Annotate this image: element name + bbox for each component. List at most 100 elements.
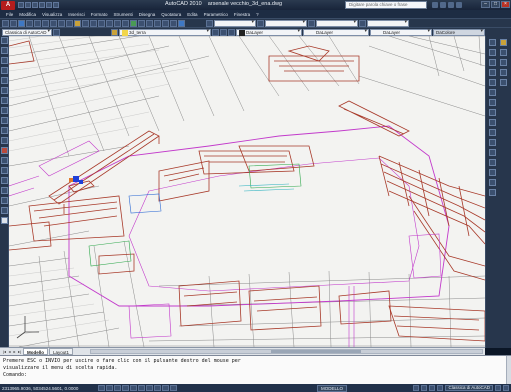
gradient-icon[interactable] — [1, 187, 8, 194]
print-icon[interactable] — [26, 19, 33, 27]
polygon-icon[interactable] — [1, 67, 8, 74]
hatch-icon[interactable] — [1, 177, 8, 184]
zoom-previous-icon[interactable] — [122, 19, 129, 27]
rotate-icon[interactable] — [489, 99, 496, 106]
dynamic-ucs-icon[interactable] — [146, 385, 153, 391]
line-icon[interactable] — [1, 37, 8, 44]
mirror-icon[interactable] — [489, 59, 496, 66]
break-icon[interactable] — [489, 149, 496, 156]
linetype-select[interactable]: DaLayer — [303, 28, 369, 36]
clean-screen-icon[interactable] — [503, 385, 509, 391]
region-icon[interactable] — [1, 197, 8, 204]
menu-visualizza[interactable]: Visualizza — [42, 12, 62, 17]
table-style-icon[interactable] — [308, 19, 315, 27]
workspace-switching-button[interactable]: Classica di AutoCAD — [445, 385, 493, 391]
zoom-realtime-icon[interactable] — [106, 19, 113, 27]
open-file-icon[interactable] — [25, 2, 31, 8]
menu-help[interactable]: ? — [256, 12, 259, 17]
match-properties-icon[interactable] — [74, 19, 81, 27]
help-icon[interactable] — [178, 19, 185, 27]
paste-icon[interactable] — [66, 19, 73, 27]
view-cube-icon[interactable] — [500, 59, 507, 66]
new-icon[interactable] — [2, 19, 9, 27]
calculator-icon[interactable] — [170, 19, 177, 27]
save-icon[interactable] — [18, 19, 25, 27]
lineweight-select[interactable]: DaLayer — [370, 28, 432, 36]
model-space-button[interactable]: MODELLO — [317, 384, 348, 392]
orbit-icon[interactable] — [500, 49, 507, 56]
drawing-canvas[interactable] — [9, 36, 485, 347]
grid-display-icon[interactable] — [106, 385, 113, 391]
search-icon[interactable] — [432, 2, 438, 8]
communication-center-icon[interactable] — [440, 2, 446, 8]
pan-icon[interactable] — [98, 19, 105, 27]
menu-formato[interactable]: Formato — [91, 12, 108, 17]
make-current-layer-icon[interactable] — [212, 28, 219, 36]
circle-icon[interactable] — [1, 97, 8, 104]
copy-icon[interactable] — [58, 19, 65, 27]
menu-strumenti[interactable]: Strumenti — [114, 12, 133, 17]
menu-edita[interactable]: Edita — [187, 12, 197, 17]
ortho-mode-icon[interactable] — [114, 385, 121, 391]
save-icon[interactable] — [32, 2, 38, 8]
dim-style-icon[interactable] — [257, 19, 264, 27]
tool-palettes-icon[interactable] — [146, 19, 153, 27]
redo-icon[interactable] — [90, 19, 97, 27]
cut-icon[interactable] — [50, 19, 57, 27]
zoom-window-icon[interactable] — [114, 19, 121, 27]
application-menu-button[interactable]: A — [1, 0, 15, 10]
scale-icon[interactable] — [489, 109, 496, 116]
menu-quotatura[interactable]: Quotatura — [161, 12, 181, 17]
drawing-area[interactable] — [9, 36, 485, 347]
pan-icon[interactable] — [500, 69, 507, 76]
tab-modello[interactable]: Modello — [23, 348, 48, 355]
construction-line-icon[interactable] — [1, 47, 8, 54]
revision-cloud-icon[interactable] — [1, 107, 8, 114]
search-input[interactable]: Digitare parola chiave o frase — [345, 1, 427, 9]
arc-icon[interactable] — [1, 87, 8, 94]
properties-icon[interactable] — [130, 19, 137, 27]
plot-icon[interactable] — [53, 2, 59, 8]
stretch-icon[interactable] — [489, 119, 496, 126]
sheet-set-icon[interactable] — [154, 19, 161, 27]
move-icon[interactable] — [489, 89, 496, 96]
offset-icon[interactable] — [489, 69, 496, 76]
lock-icon[interactable] — [495, 385, 501, 391]
command-prompt[interactable]: Comando: — [3, 372, 508, 379]
insert-block-icon[interactable] — [1, 147, 8, 154]
minimize-button[interactable]: – — [481, 1, 490, 8]
undo-icon[interactable] — [39, 2, 45, 8]
chamfer-icon[interactable] — [489, 169, 496, 176]
menu-modifica[interactable]: Modifica — [19, 12, 36, 17]
plotstyle-select[interactable]: DaColore — [433, 28, 485, 36]
design-center-icon[interactable] — [138, 19, 145, 27]
publish-icon[interactable] — [42, 19, 49, 27]
menu-finestra[interactable]: Finestra — [234, 12, 250, 17]
polar-tracking-icon[interactable] — [122, 385, 129, 391]
menu-file[interactable]: File — [6, 12, 13, 17]
draw-order-icon[interactable] — [500, 39, 507, 46]
table-icon[interactable] — [1, 207, 8, 214]
spline-icon[interactable] — [1, 117, 8, 124]
undo-icon[interactable] — [82, 19, 89, 27]
erase-icon[interactable] — [489, 39, 496, 46]
annotation-visibility-icon[interactable] — [437, 385, 444, 391]
layer-states-icon[interactable] — [228, 28, 235, 36]
open-icon[interactable] — [10, 19, 17, 27]
lineweight-toggle-icon[interactable] — [162, 385, 169, 391]
menu-inserisci[interactable]: Inserisci — [68, 12, 85, 17]
annotation-scale-icon[interactable] — [429, 385, 436, 391]
text-style-icon[interactable] — [206, 19, 213, 27]
trim-icon[interactable] — [489, 129, 496, 136]
polyline-icon[interactable] — [1, 57, 8, 64]
multileader-style-select[interactable] — [367, 19, 409, 27]
menu-parametrico[interactable]: Parametrico — [204, 12, 228, 17]
close-button[interactable]: × — [501, 1, 510, 8]
zoom-extents-icon[interactable] — [500, 79, 507, 86]
layer-properties-icon[interactable] — [111, 28, 118, 36]
maximize-button[interactable]: □ — [491, 1, 500, 8]
multileader-style-icon[interactable] — [359, 19, 366, 27]
scrollbar-thumb[interactable] — [271, 350, 361, 353]
color-select[interactable]: DaLayer — [236, 28, 302, 36]
join-icon[interactable] — [489, 159, 496, 166]
